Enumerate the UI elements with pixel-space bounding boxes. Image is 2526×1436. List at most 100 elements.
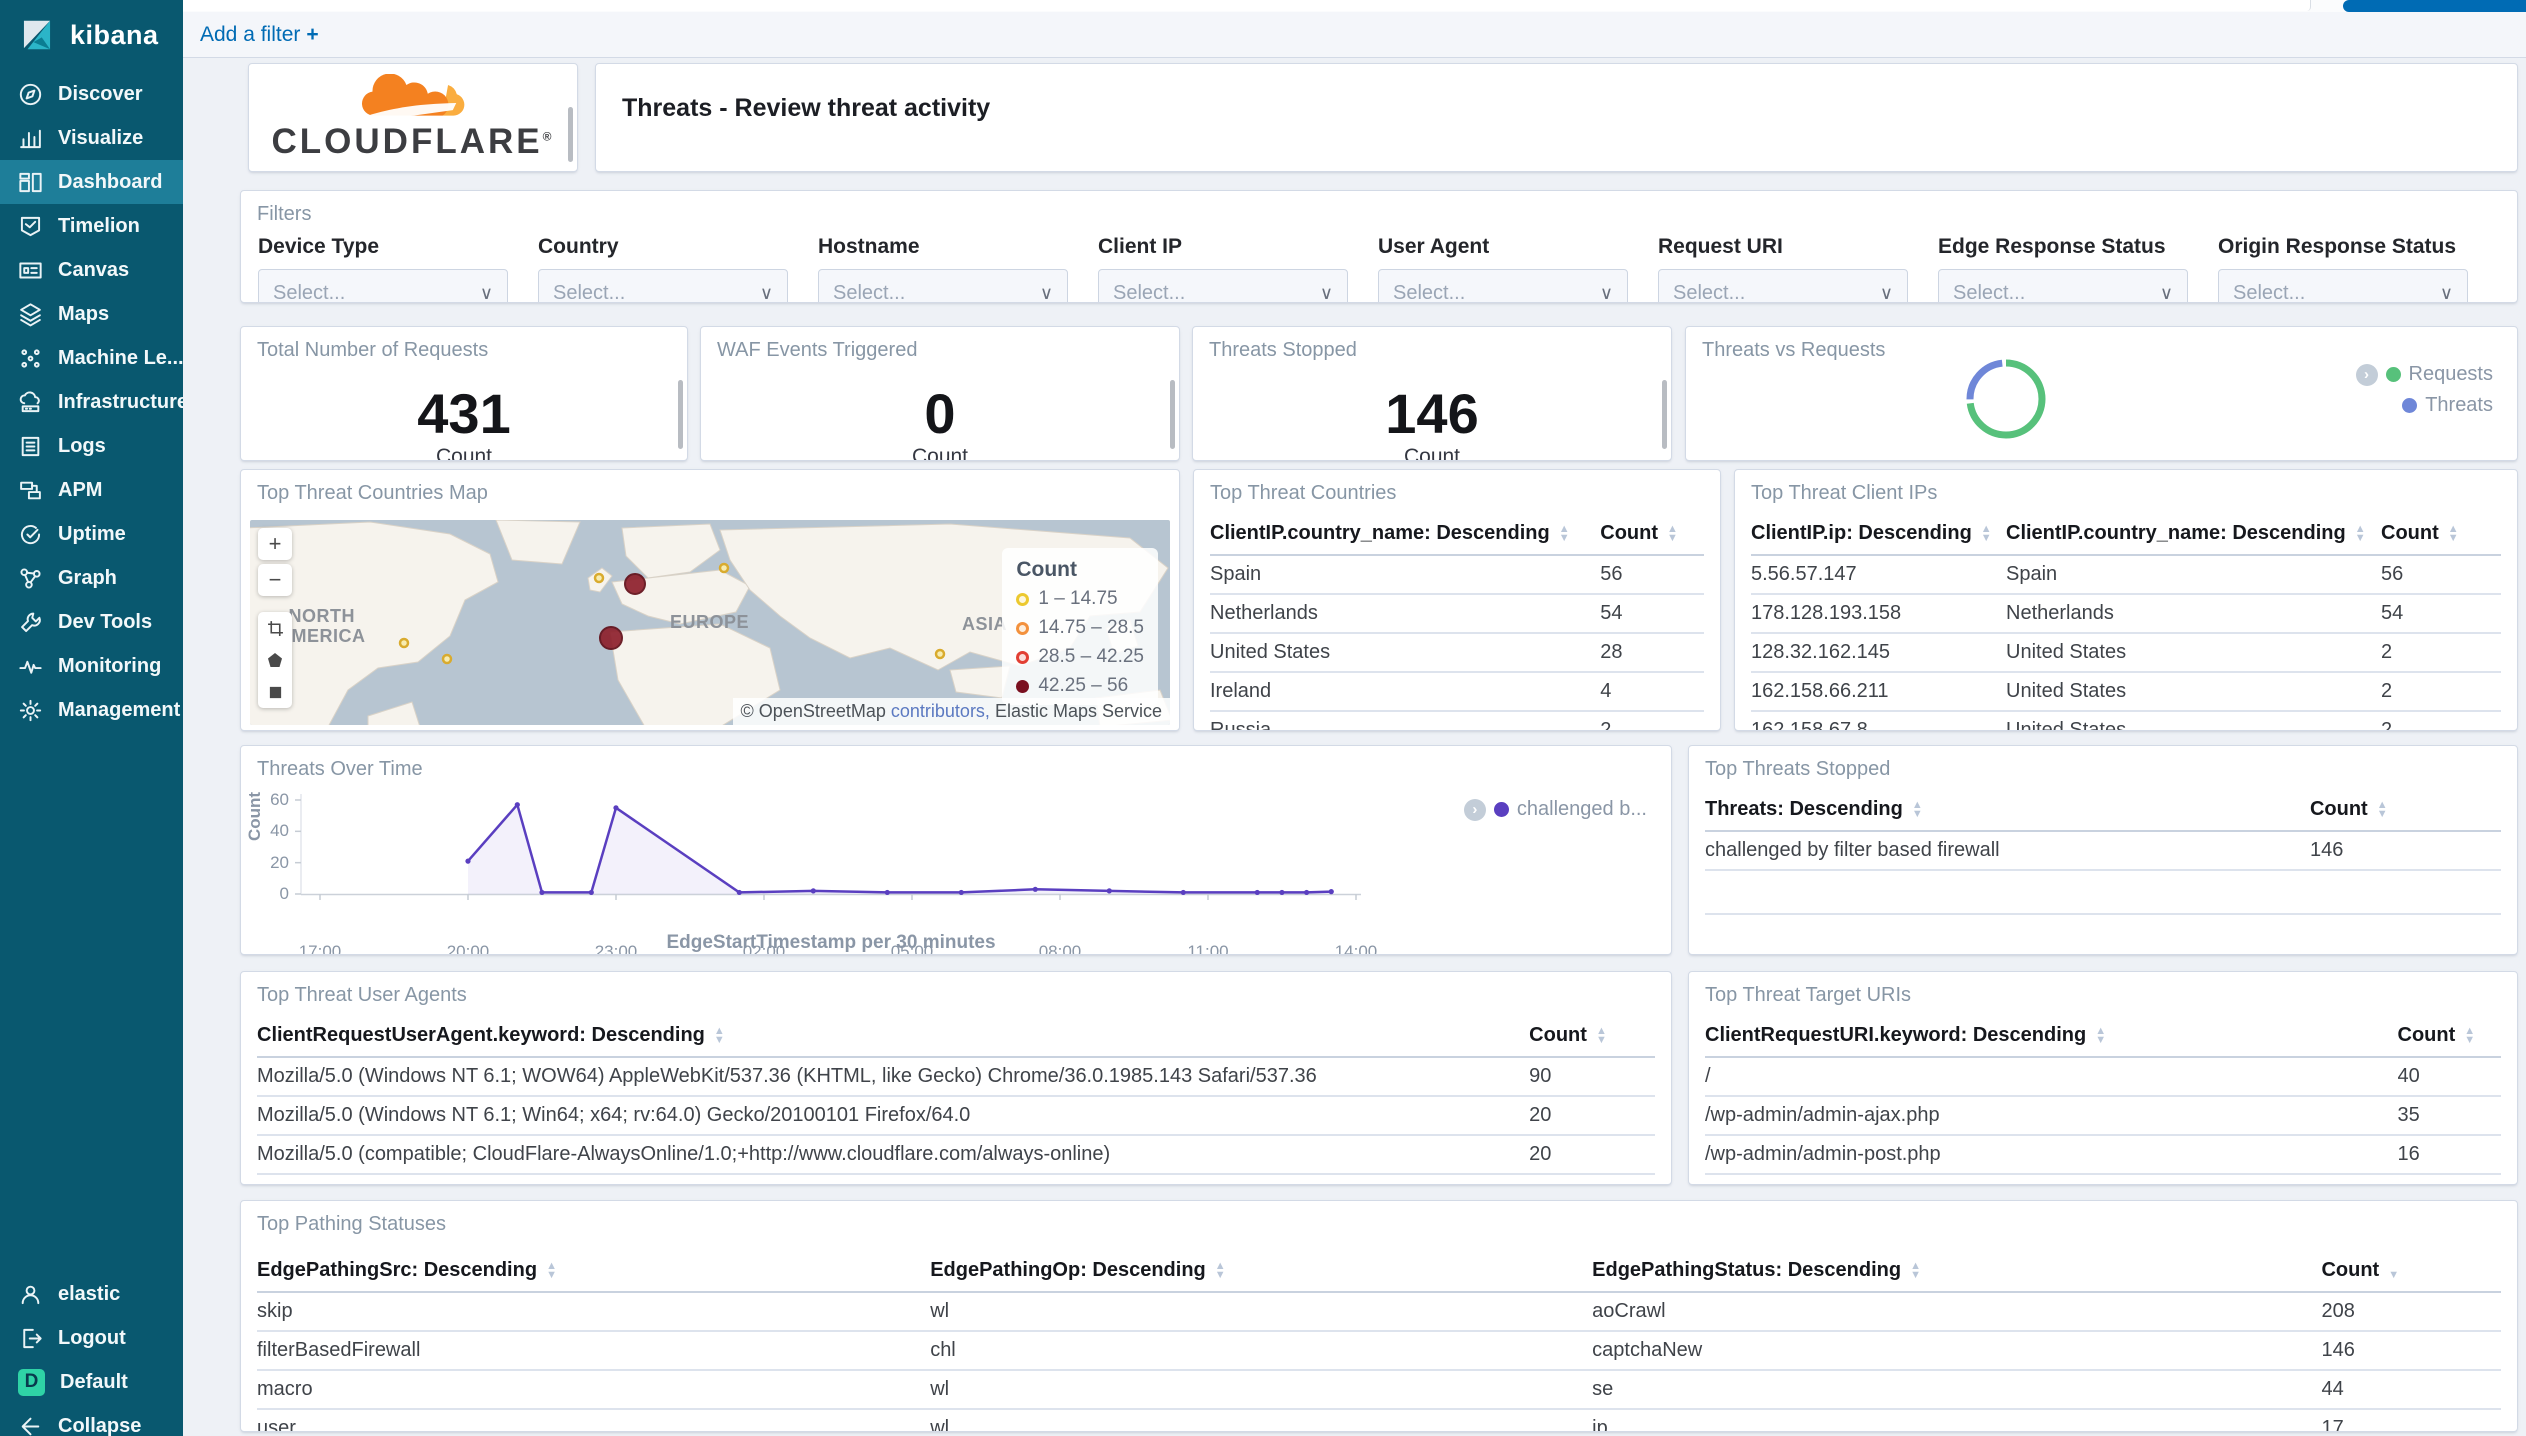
sort-icon[interactable]: ▲ ▼: [2448, 523, 2459, 543]
legend-expand-icon[interactable]: ›: [1463, 798, 1486, 821]
sort-desc-icon[interactable]: ▲▼: [2388, 1262, 2399, 1280]
sidebar-item-label: Collapse: [58, 1414, 142, 1436]
rectangle-tool-icon[interactable]: [258, 676, 292, 708]
sidebar-item-label: Monitoring: [58, 654, 162, 677]
column-header[interactable]: Count▲▼: [2381, 514, 2501, 556]
map-dot-spain[interactable]: [599, 626, 623, 650]
sidebar-item-discover[interactable]: Discover: [0, 72, 183, 116]
map-dot-china[interactable]: [934, 648, 946, 660]
sidebar-item-timelion[interactable]: Timelion: [0, 204, 183, 248]
column-header[interactable]: Threats: Descending ▲ ▼: [1705, 790, 2310, 832]
logs-icon: [21, 436, 40, 456]
legend-expand-icon[interactable]: ›: [2355, 363, 2378, 386]
legend-item-threats[interactable]: Threats: [2356, 394, 2493, 417]
threats-over-time-chart[interactable]: 17:00 20:00 23:00 02:00 05:00 08:00 11:00 14:00…: [241, 788, 1671, 954]
column-header[interactable]: ClientRequestUserAgent.keyword: Descendi…: [257, 1016, 1530, 1058]
client-ip-select[interactable]: Select... ∨: [1098, 269, 1348, 302]
polygon-tool-icon[interactable]: [258, 644, 292, 676]
sort-icon[interactable]: ▲ ▼: [1596, 1025, 1607, 1045]
cloudflare-wordmark: CLOUDFLARE®: [271, 121, 555, 161]
select-placeholder: Select...: [273, 281, 346, 303]
sort-icon[interactable]: ▲ ▼: [1981, 523, 1992, 543]
column-header[interactable]: EdgePathingOp: Descending ▲ ▼: [930, 1251, 1593, 1293]
filter-label: Hostname: [818, 235, 920, 258]
column-header[interactable]: Count▲▼: [2309, 790, 2501, 832]
zoom-out-button[interactable]: −: [258, 564, 292, 596]
user-agent-select[interactable]: Select... ∨: [1378, 269, 1628, 302]
filter-label: Origin Response Status: [2218, 235, 2457, 258]
top-threat-user-agents-panel: Top Threat User Agents ClientRequestUser…: [240, 971, 1672, 1185]
map-dot-netherlands[interactable]: [624, 573, 646, 595]
sort-icon[interactable]: ▲ ▼: [2355, 523, 2366, 543]
legend-item-requests[interactable]: › Requests: [2355, 363, 2493, 386]
filter-label: Device Type: [258, 235, 380, 258]
edge-response-status-select[interactable]: Select... ∨: [1938, 269, 2188, 302]
sort-icon[interactable]: ▲ ▼: [1910, 1260, 1921, 1280]
country-select[interactable]: Select... ∨: [538, 269, 788, 302]
origin-response-status-select[interactable]: Select... ∨: [2218, 269, 2468, 302]
sort-icon[interactable]: ▲ ▼: [2095, 1025, 2106, 1045]
column-header[interactable]: Count▲▼: [2321, 1251, 2501, 1293]
map-dot-russia[interactable]: [718, 562, 730, 574]
update-button[interactable]: [2343, 0, 2526, 12]
sort-icon[interactable]: ▲ ▼: [1215, 1260, 1226, 1280]
sidebar-item-apm[interactable]: APM: [0, 468, 183, 512]
sidebar-item-uptime[interactable]: Uptime: [0, 512, 183, 556]
sort-icon[interactable]: ▲ ▼: [714, 1025, 725, 1045]
panel-scrollbar[interactable]: [568, 106, 573, 163]
sidebar-item-dev-tools[interactable]: Dev Tools: [0, 600, 183, 644]
query-input-edge[interactable]: [183, 0, 2311, 11]
column-header[interactable]: Count▲▼: [2397, 1016, 2501, 1058]
table-row: United States 28: [1210, 633, 1704, 673]
column-header[interactable]: Count▲▼: [1600, 514, 1704, 556]
crop-tool-icon[interactable]: [258, 612, 292, 644]
column-header[interactable]: EdgePathingSrc: Descending ▲ ▼: [257, 1251, 931, 1293]
sort-icon[interactable]: ▲ ▼: [2377, 799, 2388, 819]
sort-icon[interactable]: ▲ ▼: [546, 1260, 557, 1280]
zoom-in-button[interactable]: +: [258, 528, 292, 560]
column-header[interactable]: EdgePathingStatus: Descending ▲ ▼: [1592, 1251, 2322, 1293]
add-filter-link[interactable]: Add a filter +: [200, 23, 319, 47]
sidebar-item-dashboard[interactable]: Dashboard: [0, 160, 183, 204]
sidebar-item-monitoring[interactable]: Monitoring: [0, 644, 183, 688]
requests-dot-icon: [2385, 367, 2401, 382]
sidebar-item-canvas[interactable]: Canvas: [0, 248, 183, 292]
map-dot-us-south[interactable]: [441, 653, 453, 665]
sidebar-item-collapse[interactable]: Collapse: [0, 1404, 183, 1436]
column-header[interactable]: ClientIP.ip: Descending ▲ ▼: [1751, 514, 2006, 556]
map-dot-united-kingdom[interactable]: [593, 572, 605, 584]
y-tick-label: 0: [279, 884, 289, 903]
hostname-select[interactable]: Select... ∨: [818, 269, 1068, 302]
panel-scrollbar[interactable]: [678, 380, 683, 450]
threats-vs-requests-donut[interactable]: [1966, 359, 2046, 439]
osm-contributors-link[interactable]: contributors,: [891, 701, 990, 721]
panel-scrollbar[interactable]: [1170, 380, 1175, 450]
legend-label[interactable]: challenged b...: [1517, 798, 1647, 821]
column-header[interactable]: Count▲▼: [1529, 1016, 1655, 1058]
sort-icon[interactable]: ▲ ▼: [1667, 523, 1678, 543]
column-header[interactable]: ClientIP.country_name: Descending ▲ ▼: [1210, 514, 1601, 556]
sort-icon[interactable]: ▲ ▼: [2464, 1025, 2475, 1045]
column-header[interactable]: ClientRequestURI.keyword: Descending ▲ ▼: [1705, 1016, 2398, 1058]
machine-learning-icon: [21, 348, 40, 368]
sidebar-item-elastic-user[interactable]: elastic: [0, 1272, 183, 1316]
table-row: Netherlands 54: [1210, 594, 1704, 634]
map-viewport[interactable]: NORTH AMERICA EUROPE ASIA + − Count 1 – …: [250, 520, 1170, 725]
sidebar-item-logs[interactable]: Logs: [0, 424, 183, 468]
sidebar-item-visualize[interactable]: Visualize: [0, 116, 183, 160]
sidebar-item-graph[interactable]: Graph: [0, 556, 183, 600]
request-uri-select[interactable]: Select... ∨: [1658, 269, 1908, 302]
sidebar-item-logout[interactable]: Logout: [0, 1316, 183, 1360]
sidebar-item-default-space[interactable]: D Default: [0, 1360, 183, 1404]
sidebar-item-infrastructure[interactable]: Infrastructure: [0, 380, 183, 424]
sort-icon[interactable]: ▲ ▼: [1912, 799, 1923, 819]
device-type-select[interactable]: Select... ∨: [258, 269, 508, 303]
column-header[interactable]: ClientIP.country_name: Descending ▲ ▼: [2006, 514, 2381, 556]
sidebar-item-label: elastic: [58, 1282, 121, 1305]
sidebar-item-maps[interactable]: Maps: [0, 292, 183, 336]
sidebar-item-management[interactable]: Management: [0, 688, 183, 732]
sidebar-item-machine-learning[interactable]: Machine Le...: [0, 336, 183, 380]
map-dot-us-west[interactable]: [398, 637, 410, 649]
panel-scrollbar[interactable]: [1662, 380, 1667, 450]
sort-icon[interactable]: ▲ ▼: [1559, 523, 1570, 543]
